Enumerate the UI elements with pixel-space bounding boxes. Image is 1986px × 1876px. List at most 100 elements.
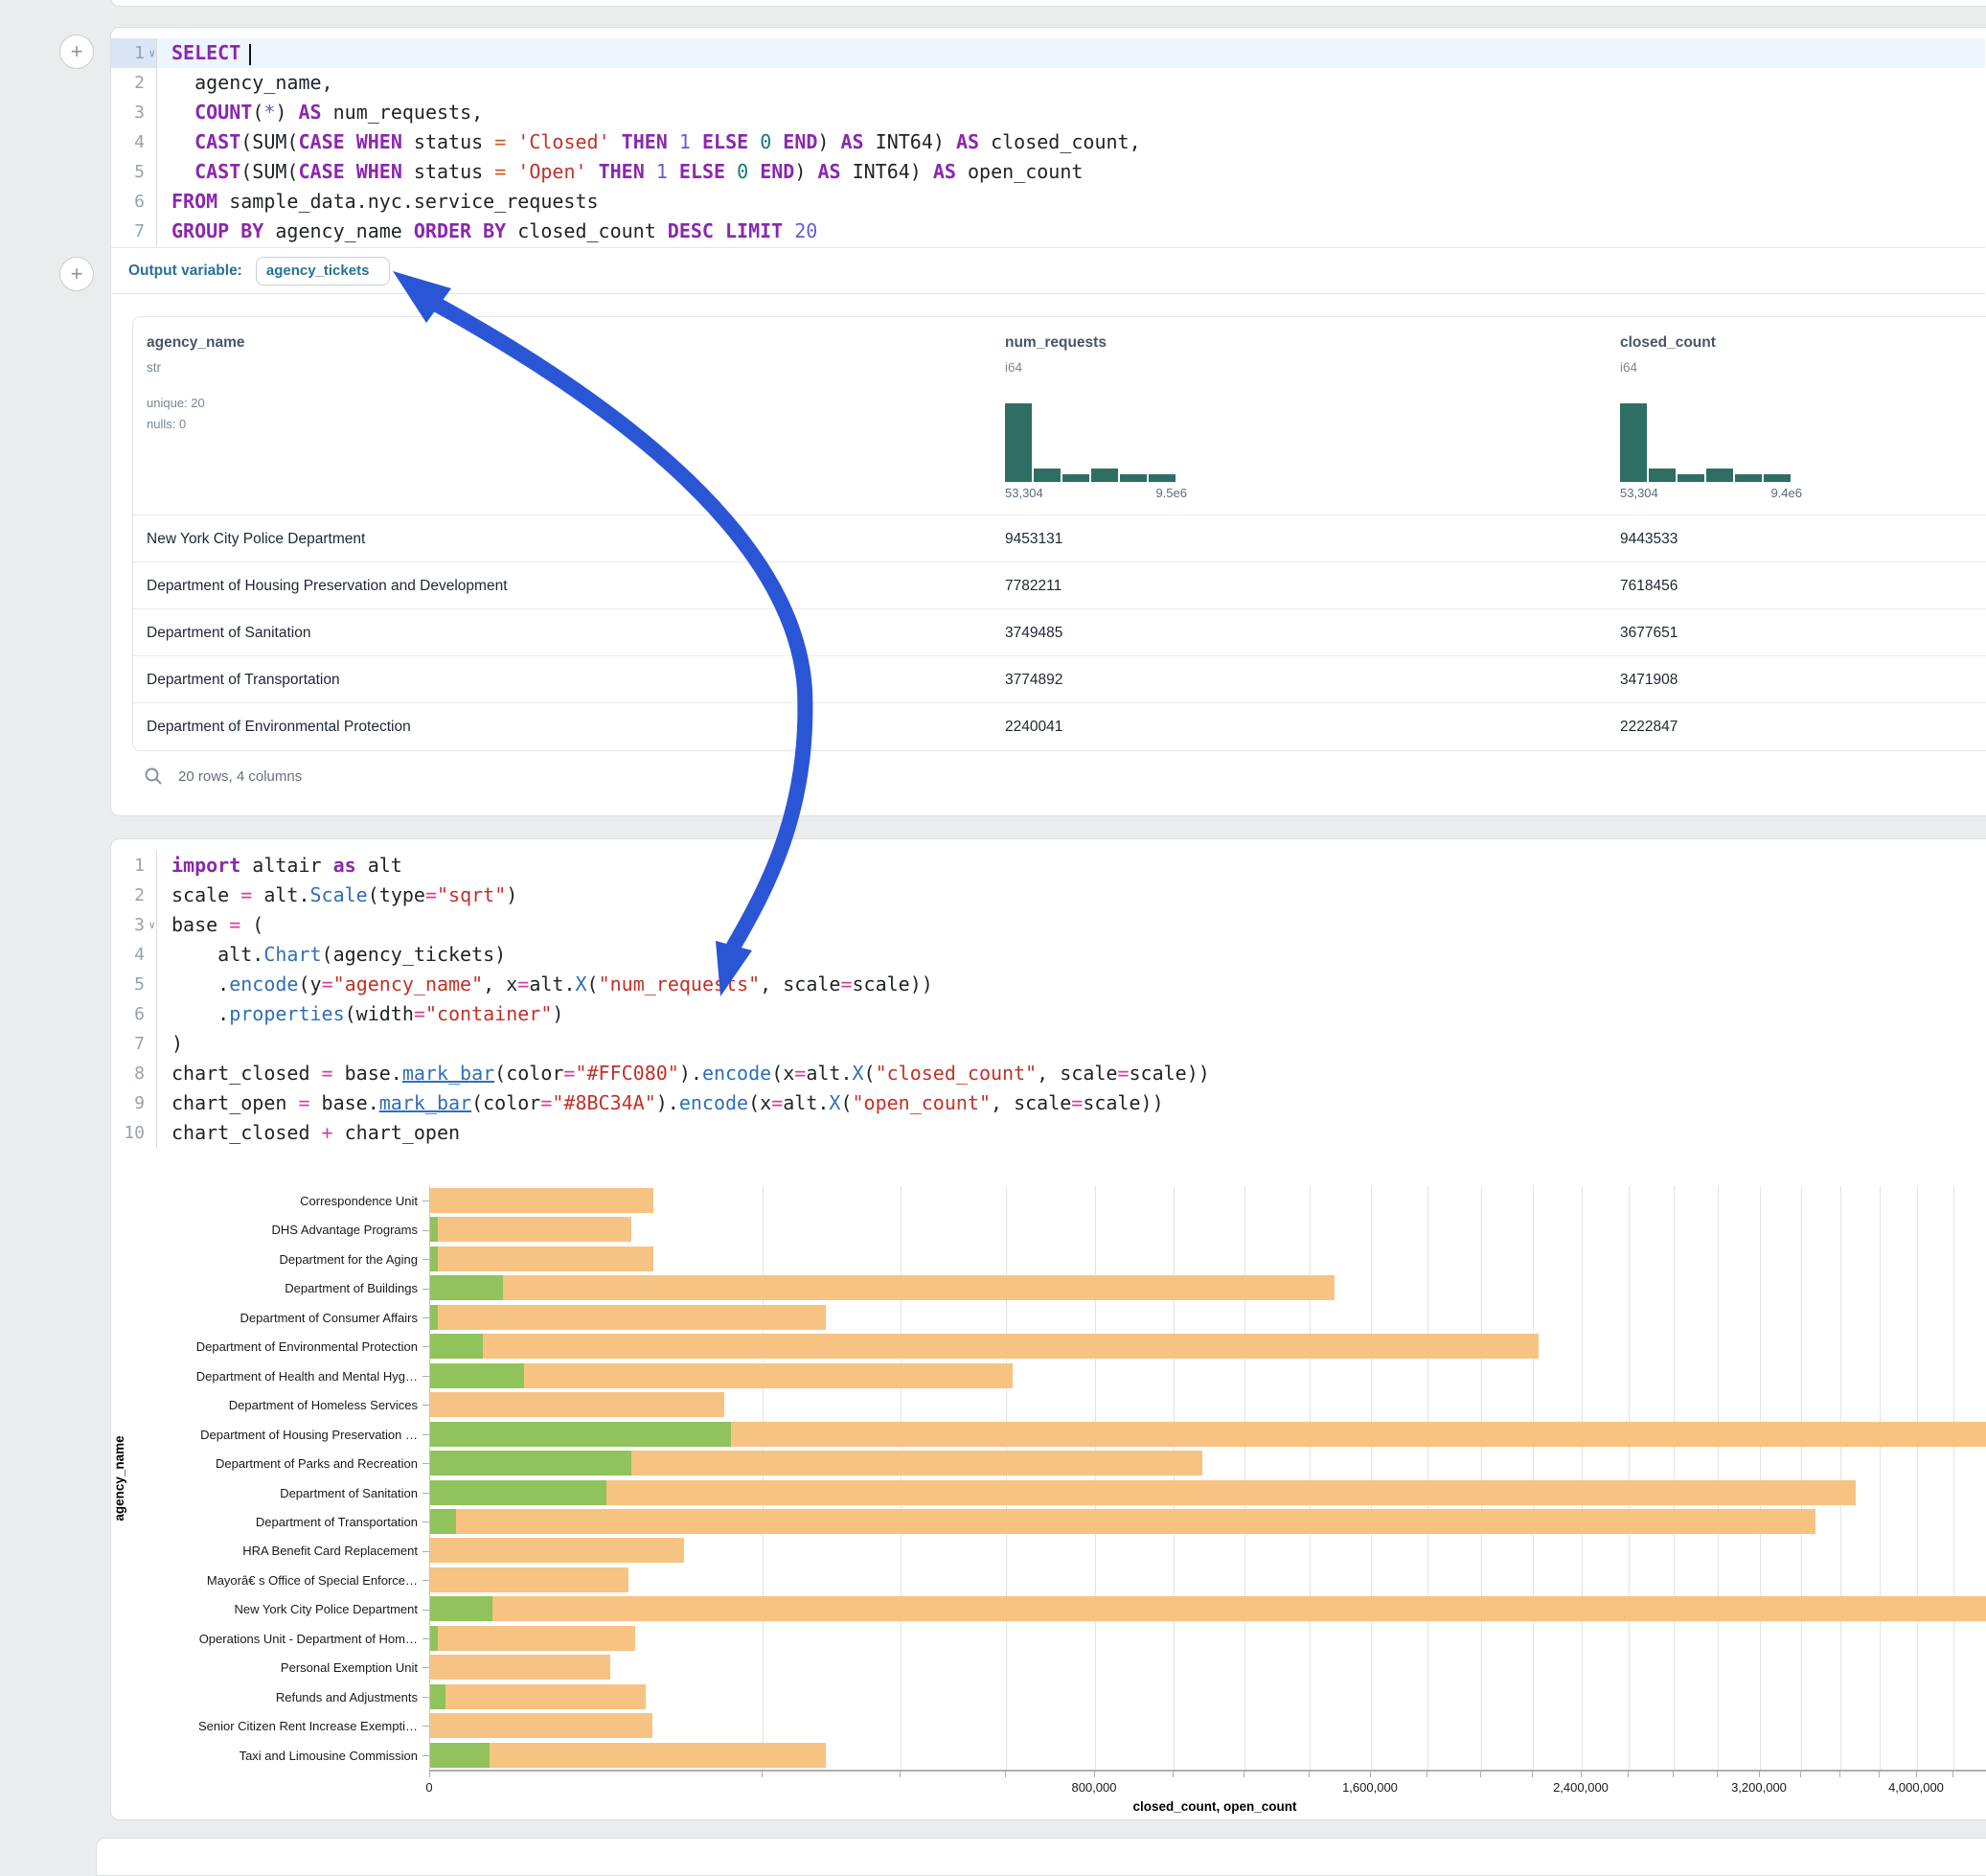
table-row-count: 20 rows, 4 columns: [178, 768, 302, 785]
table-row[interactable]: Department of Transportation377489234719…: [133, 655, 1986, 703]
search-icon[interactable]: [144, 766, 163, 786]
y-axis-label: Department of Environmental Protection: [144, 1332, 418, 1361]
open-count-bar[interactable]: [430, 1334, 483, 1359]
output-variable-pill[interactable]: agency_tickets: [256, 257, 390, 286]
x-tick-mark: [1717, 1772, 1718, 1777]
closed-count-bar[interactable]: [430, 1247, 653, 1271]
add-cell-button-middle[interactable]: +: [59, 257, 94, 291]
closed-count-bar[interactable]: [430, 1538, 684, 1563]
closed-count-bar[interactable]: [430, 1305, 826, 1330]
y-tick-mark: [422, 1551, 429, 1552]
code-text: alt.Chart(agency_tickets): [157, 940, 1985, 970]
code-line[interactable]: 6 .properties(width="container"): [111, 999, 1985, 1029]
code-line[interactable]: 5 .encode(y="agency_name", x=alt.X("num_…: [111, 970, 1985, 999]
code-text: chart_closed + chart_open: [157, 1118, 1985, 1148]
open-count-bar[interactable]: [430, 1217, 438, 1242]
code-line[interactable]: 3 COUNT(*) AS num_requests,: [111, 98, 1985, 127]
code-line[interactable]: 10chart_closed + chart_open: [111, 1118, 1985, 1148]
closed-count-bar[interactable]: [430, 1713, 652, 1738]
column-type-num-requests: i64: [1005, 360, 1022, 375]
y-tick-mark: [422, 1493, 429, 1494]
open-count-bar[interactable]: [430, 1451, 631, 1476]
line-number: 1∨: [111, 38, 157, 68]
cell-closed-count: 3471908: [1620, 656, 1678, 703]
x-tick-mark: [1628, 1772, 1629, 1777]
open-count-bar[interactable]: [430, 1743, 490, 1768]
closed-count-bar[interactable]: [430, 1217, 631, 1242]
gridline: [1917, 1186, 1918, 1770]
code-line[interactable]: 1import altair as alt: [111, 851, 1985, 881]
closed-count-bar[interactable]: [430, 1596, 1986, 1621]
y-axis-label: Department of Consumer Affairs: [144, 1303, 418, 1333]
notebook-page: { "colors": { "closed_bar": "#F7C382", "…: [0, 0, 1986, 1863]
collapse-caret-icon[interactable]: ∨: [148, 910, 155, 940]
gridline: [1427, 1186, 1428, 1770]
code-text: .encode(y="agency_name", x=alt.X("num_re…: [157, 970, 1985, 999]
x-tick-mark: [1952, 1772, 1953, 1777]
num-requests-hist-max: 9.5e6: [1155, 486, 1187, 500]
closed-count-bar[interactable]: [430, 1392, 724, 1417]
column-header-closed-count[interactable]: closed_count: [1620, 334, 1716, 352]
histogram-bar: [1149, 474, 1176, 482]
closed-count-bar[interactable]: [430, 1188, 653, 1213]
chart-plot-area: [429, 1186, 1986, 1770]
open-count-bar[interactable]: [430, 1363, 524, 1388]
table-row[interactable]: Department of Sanitation37494853677651: [133, 608, 1986, 656]
y-tick-mark: [422, 1346, 429, 1347]
closed-count-bar[interactable]: [430, 1655, 610, 1680]
code-line[interactable]: 7): [111, 1029, 1985, 1059]
code-line[interactable]: 4 CAST(SUM(CASE WHEN status = 'Closed' T…: [111, 127, 1985, 157]
collapse-caret-icon[interactable]: ∨: [148, 38, 155, 68]
code-line[interactable]: 8chart_closed = base.mark_bar(color="#FF…: [111, 1059, 1985, 1088]
closed-count-bar[interactable]: [430, 1334, 1539, 1359]
open-count-bar[interactable]: [430, 1509, 456, 1534]
x-tick-mark: [1800, 1772, 1801, 1777]
add-cell-button-top[interactable]: +: [59, 34, 94, 69]
code-line[interactable]: 4 alt.Chart(agency_tickets): [111, 940, 1985, 970]
gridline: [1533, 1186, 1534, 1770]
code-line[interactable]: 2scale = alt.Scale(type="sqrt"): [111, 881, 1985, 910]
code-line[interactable]: 2 agency_name,: [111, 68, 1985, 98]
table-row[interactable]: New York City Police Department945313194…: [133, 515, 1986, 562]
code-line[interactable]: 3∨base = (: [111, 910, 1985, 940]
closed-count-bar[interactable]: [430, 1626, 635, 1651]
column-header-num-requests[interactable]: num_requests: [1005, 334, 1107, 352]
code-text: FROM sample_data.nyc.service_requests: [157, 187, 1985, 217]
python-code-editor[interactable]: 1import altair as alt2scale = alt.Scale(…: [111, 851, 1985, 1148]
y-tick-mark: [422, 1259, 429, 1260]
closed-count-bar[interactable]: [430, 1480, 1856, 1505]
line-number: 4: [111, 940, 157, 970]
gridline: [901, 1186, 902, 1770]
x-tick-mark: [900, 1772, 901, 1777]
x-axis-label: 3,200,000: [1731, 1780, 1787, 1795]
table-row[interactable]: Department of Environmental Protection22…: [133, 702, 1986, 750]
column-header-agency-name[interactable]: agency_name: [147, 334, 245, 352]
open-count-bar[interactable]: [430, 1626, 438, 1651]
x-tick-mark: [1309, 1772, 1310, 1777]
y-axis-label: Department of Health and Mental Hyg…: [144, 1361, 418, 1391]
code-line[interactable]: 9chart_open = base.mark_bar(color="#8BC3…: [111, 1088, 1985, 1118]
closed-count-bar[interactable]: [430, 1567, 628, 1592]
code-line[interactable]: 1∨SELECT: [111, 38, 1985, 68]
code-line[interactable]: 7GROUP BY agency_name ORDER BY closed_co…: [111, 217, 1985, 246]
open-count-bar[interactable]: [430, 1422, 731, 1447]
table-row[interactable]: Department of Housing Preservation and D…: [133, 561, 1986, 609]
x-tick-mark: [1173, 1772, 1174, 1777]
closed-count-bar[interactable]: [430, 1275, 1335, 1300]
cell-num-requests: 2240041: [1005, 703, 1062, 750]
open-count-bar[interactable]: [430, 1247, 438, 1271]
code-line[interactable]: 6FROM sample_data.nyc.service_requests: [111, 187, 1985, 217]
closed-count-bar[interactable]: [430, 1509, 1815, 1534]
open-count-bar[interactable]: [430, 1275, 503, 1300]
open-count-bar[interactable]: [430, 1684, 445, 1709]
open-count-bar[interactable]: [430, 1596, 492, 1621]
cell-closed-count: 3677651: [1620, 609, 1678, 656]
sql-code-editor[interactable]: 1∨SELECT2 agency_name,3 COUNT(*) AS num_…: [111, 38, 1985, 246]
closed-count-bar[interactable]: [430, 1684, 646, 1709]
open-count-bar[interactable]: [430, 1305, 438, 1330]
open-count-bar[interactable]: [430, 1480, 606, 1505]
y-tick-mark: [422, 1638, 429, 1639]
y-tick-mark: [422, 1376, 429, 1377]
y-axis-label: DHS Advantage Programs: [144, 1215, 418, 1245]
code-line[interactable]: 5 CAST(SUM(CASE WHEN status = 'Open' THE…: [111, 157, 1985, 187]
